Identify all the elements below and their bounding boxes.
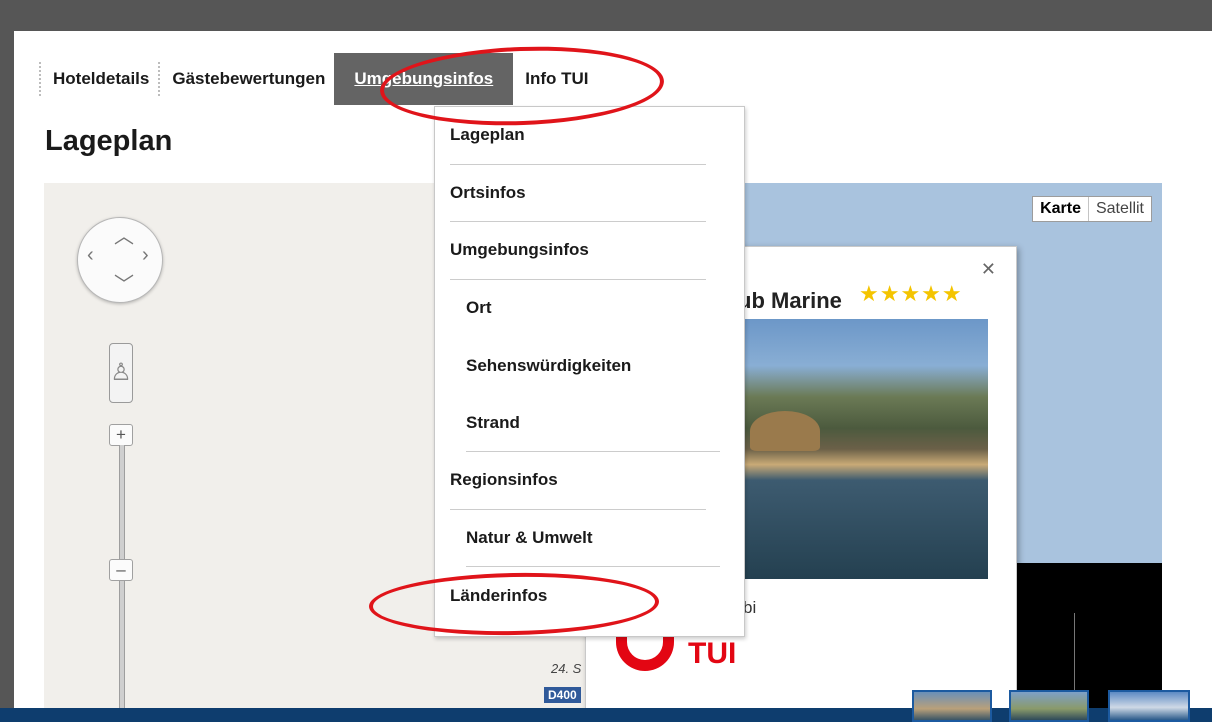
menu-item-sehenswuerdigkeiten[interactable]: Sehenswürdigkeiten: [466, 337, 720, 395]
menu-item-umgebungsinfos[interactable]: Umgebungsinfos: [450, 222, 706, 280]
map-type-karte-button[interactable]: Karte: [1033, 197, 1089, 221]
tui-logo-text: TUI: [688, 637, 737, 670]
map-type-control: Karte Satellit: [1032, 196, 1152, 222]
photo-detail: [750, 411, 820, 451]
tui-smile-icon: [616, 637, 674, 671]
road-badge: D400: [544, 687, 581, 703]
pan-down-icon[interactable]: ﹀: [114, 268, 134, 297]
zoom-slider-track[interactable]: [119, 445, 125, 722]
menu-item-ort[interactable]: Ort: [466, 280, 720, 338]
thumbnail-1[interactable]: [912, 690, 992, 722]
zoom-in-button[interactable]: +: [109, 424, 133, 446]
pan-control[interactable]: ︿ ﹀ ‹ ›: [77, 217, 163, 303]
thumbnail-3[interactable]: [1108, 690, 1190, 722]
thumbnail-2[interactable]: [1009, 690, 1089, 722]
star-rating: ★★★★★: [859, 281, 963, 306]
tab-gaestebewertungen[interactable]: Gästebewertungen: [160, 53, 334, 105]
map-type-satellit-button[interactable]: Satellit: [1089, 197, 1151, 221]
tab-hoteldetails[interactable]: Hoteldetails: [41, 53, 158, 105]
hotel-photo[interactable]: [736, 319, 988, 579]
street-view-pegman-icon[interactable]: ♙: [109, 343, 133, 403]
tui-logo: TUI: [616, 637, 736, 671]
zoom-slider-handle[interactable]: –: [109, 559, 133, 581]
road-label: 24. S: [551, 661, 582, 676]
menu-item-ortsinfos[interactable]: Ortsinfos: [450, 165, 706, 222]
close-icon[interactable]: ✕: [981, 259, 996, 280]
pan-up-icon[interactable]: ︿: [114, 220, 134, 249]
hotel-name[interactable]: ub Marine: [738, 288, 842, 314]
umgebungsinfos-dropdown-menu: Lageplan Ortsinfos Umgebungsinfos Ort Se…: [434, 106, 745, 637]
menu-item-natur-umwelt[interactable]: Natur & Umwelt: [466, 510, 720, 567]
pan-left-icon[interactable]: ‹: [87, 244, 94, 267]
page-title: Lageplan: [45, 125, 173, 157]
menu-item-regionsinfos[interactable]: Regionsinfos: [450, 452, 706, 510]
menu-item-strand[interactable]: Strand: [466, 395, 720, 452]
pan-right-icon[interactable]: ›: [142, 244, 149, 267]
